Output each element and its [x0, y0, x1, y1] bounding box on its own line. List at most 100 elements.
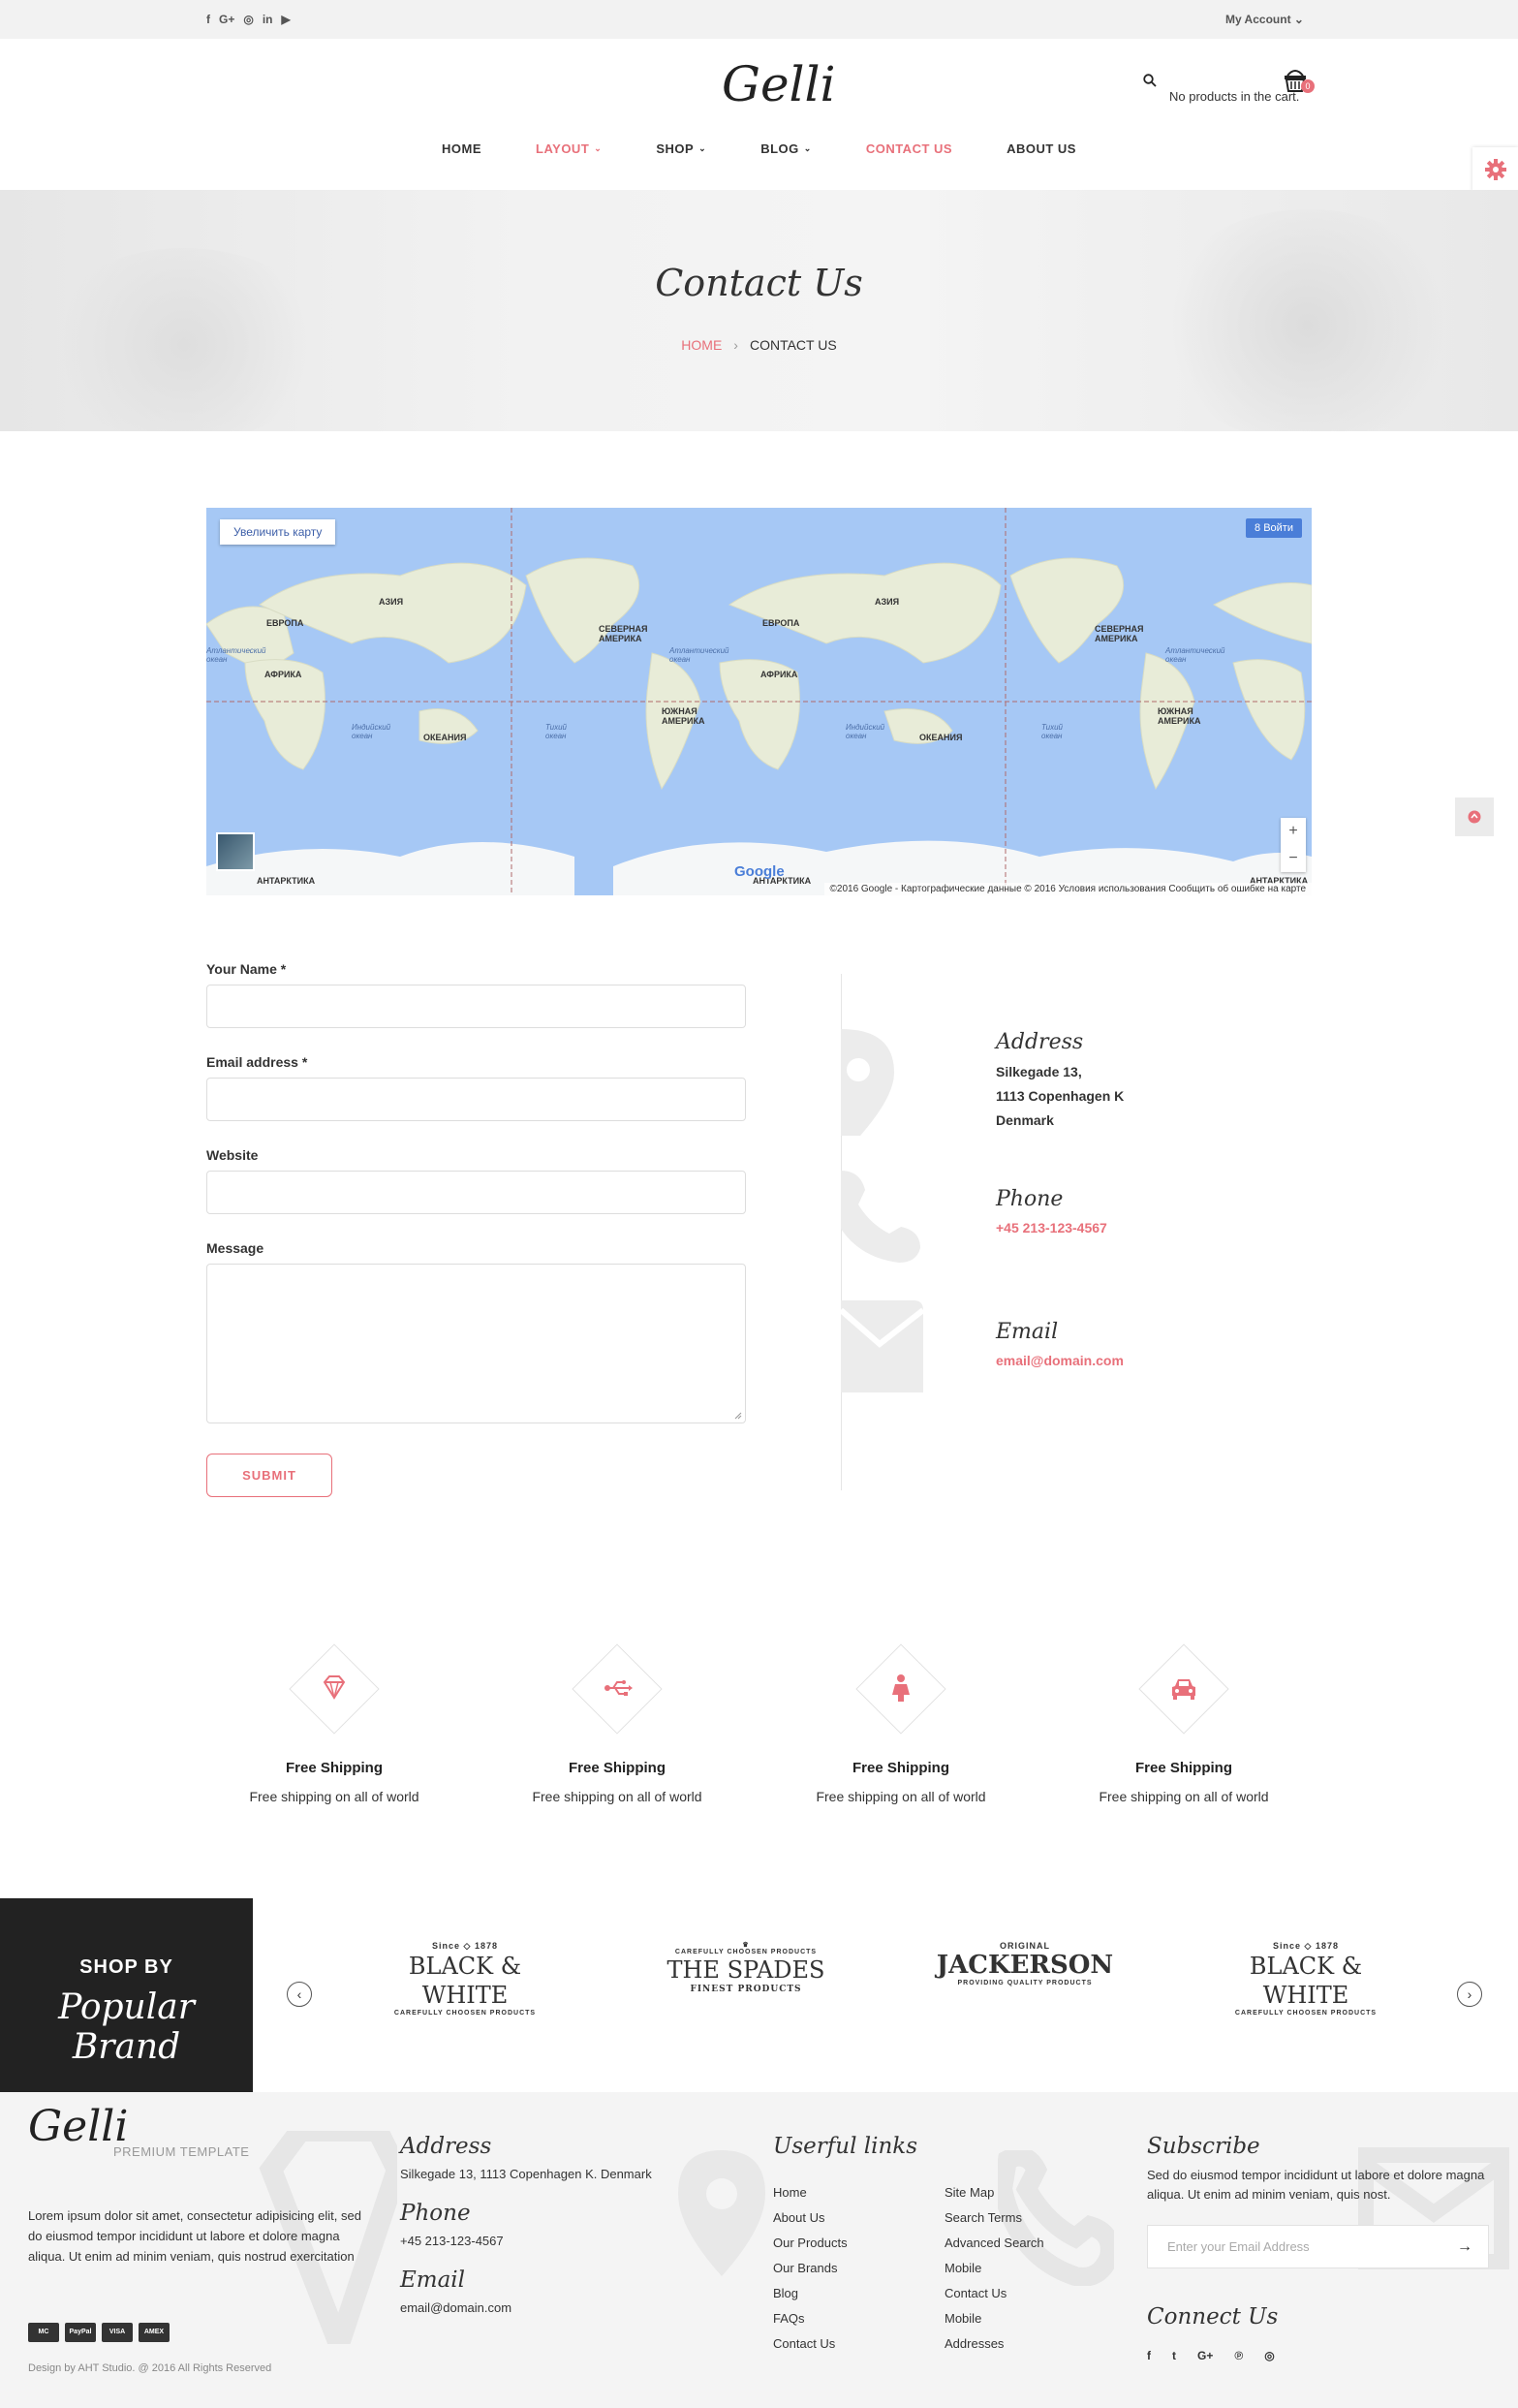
breadcrumb-current: CONTACT US — [749, 337, 837, 353]
footer-link-mobile[interactable]: Mobile — [945, 2261, 981, 2275]
footer-link-contact-us[interactable]: Contact Us — [773, 2336, 835, 2351]
nav-contact-us[interactable]: CONTACT US — [866, 141, 952, 156]
footer-link-our-brands[interactable]: Our Brands — [773, 2261, 837, 2275]
settings-toggle[interactable] — [1472, 147, 1518, 192]
address-line: 1113 Copenhagen K — [996, 1088, 1125, 1104]
nav-blog[interactable]: BLOG ⌄ — [760, 141, 812, 156]
footer-link-advanced-search[interactable]: Advanced Search — [945, 2236, 1044, 2250]
map-label: ЮЖНАЯ АМЕРИКА — [662, 706, 705, 726]
resize-handle-icon[interactable] — [734, 1412, 742, 1420]
brand-name: THE SPADES — [666, 1956, 825, 1984]
brand-subline: FINEST PRODUCTS — [690, 1985, 802, 1994]
brand-logo[interactable]: Since ◇ 1878 BLACK & WHITE CAREFULLY CHO… — [1209, 1941, 1403, 2017]
feature-text: Free shipping on all of world — [249, 1789, 419, 1804]
ocean-label: Тихий океан — [1041, 723, 1063, 740]
phone-title: Phone — [996, 1187, 1064, 1211]
twitter-icon[interactable]: t — [1172, 2349, 1176, 2362]
brand-next-button[interactable]: › — [1457, 1982, 1482, 2007]
email-link[interactable]: email@domain.com — [996, 1353, 1124, 1368]
paypal-icon: PayPal — [65, 2323, 96, 2342]
footer-link-our-products[interactable]: Our Products — [773, 2236, 848, 2250]
website-field[interactable] — [206, 1171, 746, 1214]
brand-logo[interactable]: Since ◇ 1878 BLACK & WHITE CAREFULLY CHO… — [368, 1941, 562, 2017]
footer-link-home[interactable]: Home — [773, 2185, 807, 2200]
nav-layout[interactable]: LAYOUT ⌄ — [536, 141, 602, 156]
phone-link[interactable]: +45 213-123-4567 — [996, 1220, 1107, 1235]
ocean-label: Атлантический океан — [669, 646, 729, 664]
breadcrumb-separator: › — [733, 337, 738, 353]
search-icon[interactable] — [1143, 74, 1157, 87]
brand-logo[interactable]: ♛ CAREFULLY CHOOSEN PRODUCTS THE SPADES … — [649, 1941, 843, 1994]
car-icon — [1172, 1679, 1195, 1700]
footer-link-site-map[interactable]: Site Map — [945, 2185, 994, 2200]
google-plus-icon[interactable]: G+ — [1197, 2349, 1213, 2362]
message-label: Message — [206, 1240, 264, 1256]
copyright-text: Design by AHT Studio. @ 2016 All Rights … — [28, 2362, 272, 2374]
brand-subline: CAREFULLY CHOOSEN PRODUCTS — [393, 2010, 537, 2017]
my-account-menu[interactable]: My Account ⌄ — [1225, 13, 1304, 26]
breadcrumb-home[interactable]: HOME — [681, 337, 722, 353]
brand-prev-button[interactable]: ‹ — [287, 1982, 312, 2007]
nav-label: CONTACT US — [865, 141, 953, 156]
nav-shop[interactable]: SHOP ⌄ — [656, 141, 706, 156]
usb-icon — [604, 1680, 633, 1696]
instagram-icon[interactable]: ◎ — [1264, 2349, 1274, 2362]
arrow-right-icon[interactable]: → — [1457, 2226, 1472, 2267]
brand-logo[interactable]: ORIGINAL JACKERSON PROVIDING QUALITY PRO… — [928, 1941, 1122, 1986]
subscribe-email-input[interactable]: Enter your Email Address → — [1147, 2225, 1489, 2268]
instagram-icon[interactable]: ◎ — [243, 13, 253, 26]
footer-phone-text[interactable]: +45 213-123-4567 — [400, 2234, 504, 2248]
facebook-icon[interactable]: f — [1147, 2349, 1151, 2362]
brand-tagline: Since ◇ 1878 — [432, 1941, 498, 1951]
facebook-icon[interactable]: f — [206, 13, 210, 26]
footer-link-search-terms[interactable]: Search Terms — [945, 2210, 1022, 2225]
nav-label: HOME — [442, 141, 482, 156]
chevron-down-icon: ⌄ — [594, 143, 603, 153]
person-icon — [892, 1674, 910, 1702]
feature-text: Free shipping on all of world — [1099, 1789, 1269, 1804]
footer-email-text[interactable]: email@domain.com — [400, 2300, 511, 2315]
nav-about-us[interactable]: ABOUT US — [1007, 141, 1076, 156]
footer-link-addresses[interactable]: Addresses — [945, 2336, 1004, 2351]
submit-button[interactable]: SUBMIT — [206, 1454, 332, 1497]
zoom-out-button[interactable]: − — [1281, 845, 1306, 872]
banner-flower-decoration — [1153, 209, 1463, 431]
footer-link-about-us[interactable]: About Us — [773, 2210, 824, 2225]
name-field[interactable] — [206, 985, 746, 1028]
google-plus-icon[interactable]: G+ — [219, 13, 234, 26]
footer-link-mobile-2[interactable]: Mobile — [945, 2311, 981, 2326]
scroll-to-top-button[interactable] — [1455, 797, 1494, 836]
feature-title: Free Shipping — [1134, 1760, 1232, 1776]
nav-home[interactable]: HOME — [442, 141, 481, 156]
enlarge-map-button[interactable]: Увеличить карту — [220, 519, 336, 545]
footer-link-contact-us-2[interactable]: Contact Us — [945, 2286, 1007, 2300]
zoom-in-button[interactable]: + — [1281, 818, 1306, 845]
nav-label: BLOG — [760, 141, 799, 156]
gear-icon — [1484, 159, 1506, 180]
linkedin-icon[interactable]: in — [263, 13, 273, 26]
email-title: Email — [996, 1320, 1059, 1344]
top-social-links: f G+ ◎ in ▶ — [206, 13, 291, 26]
map-label: ОКЕАНИЯ — [919, 733, 963, 742]
youtube-icon[interactable]: ▶ — [282, 13, 291, 26]
message-field[interactable] — [206, 1264, 746, 1423]
amex-icon: AMEX — [139, 2323, 170, 2342]
visa-icon: VISA — [102, 2323, 133, 2342]
email-field[interactable] — [206, 1078, 746, 1121]
footer-link-faqs[interactable]: FAQs — [773, 2311, 805, 2326]
site-logo[interactable]: Gelli — [722, 56, 836, 112]
footer-link-blog[interactable]: Blog — [773, 2286, 798, 2300]
map-login-button[interactable]: 8 Войти — [1246, 518, 1302, 538]
brand-name: BLACK & WHITE — [408, 1953, 522, 2009]
site-footer: Gelli PREMIUM TEMPLATE Lorem ipsum dolor… — [0, 2092, 1518, 2408]
ocean-label: Индийский океан — [846, 723, 885, 740]
nav-label: SHOP — [656, 141, 695, 156]
satellite-toggle[interactable] — [216, 832, 255, 871]
breadcrumb: HOME › CONTACT US — [0, 337, 1518, 353]
shop-by-label: SHOP BY — [79, 1956, 173, 1978]
google-map[interactable]: ЕВРОПА АЗИЯ АФРИКА СЕВЕРНАЯ АМЕРИКА ЮЖНА… — [206, 508, 1312, 895]
address-title: Address — [996, 1030, 1084, 1054]
pinterest-icon[interactable]: ℗ — [1234, 2349, 1243, 2362]
mastercard-icon: MC — [28, 2323, 59, 2342]
subscribe-placeholder: Enter your Email Address — [1167, 2239, 1310, 2254]
